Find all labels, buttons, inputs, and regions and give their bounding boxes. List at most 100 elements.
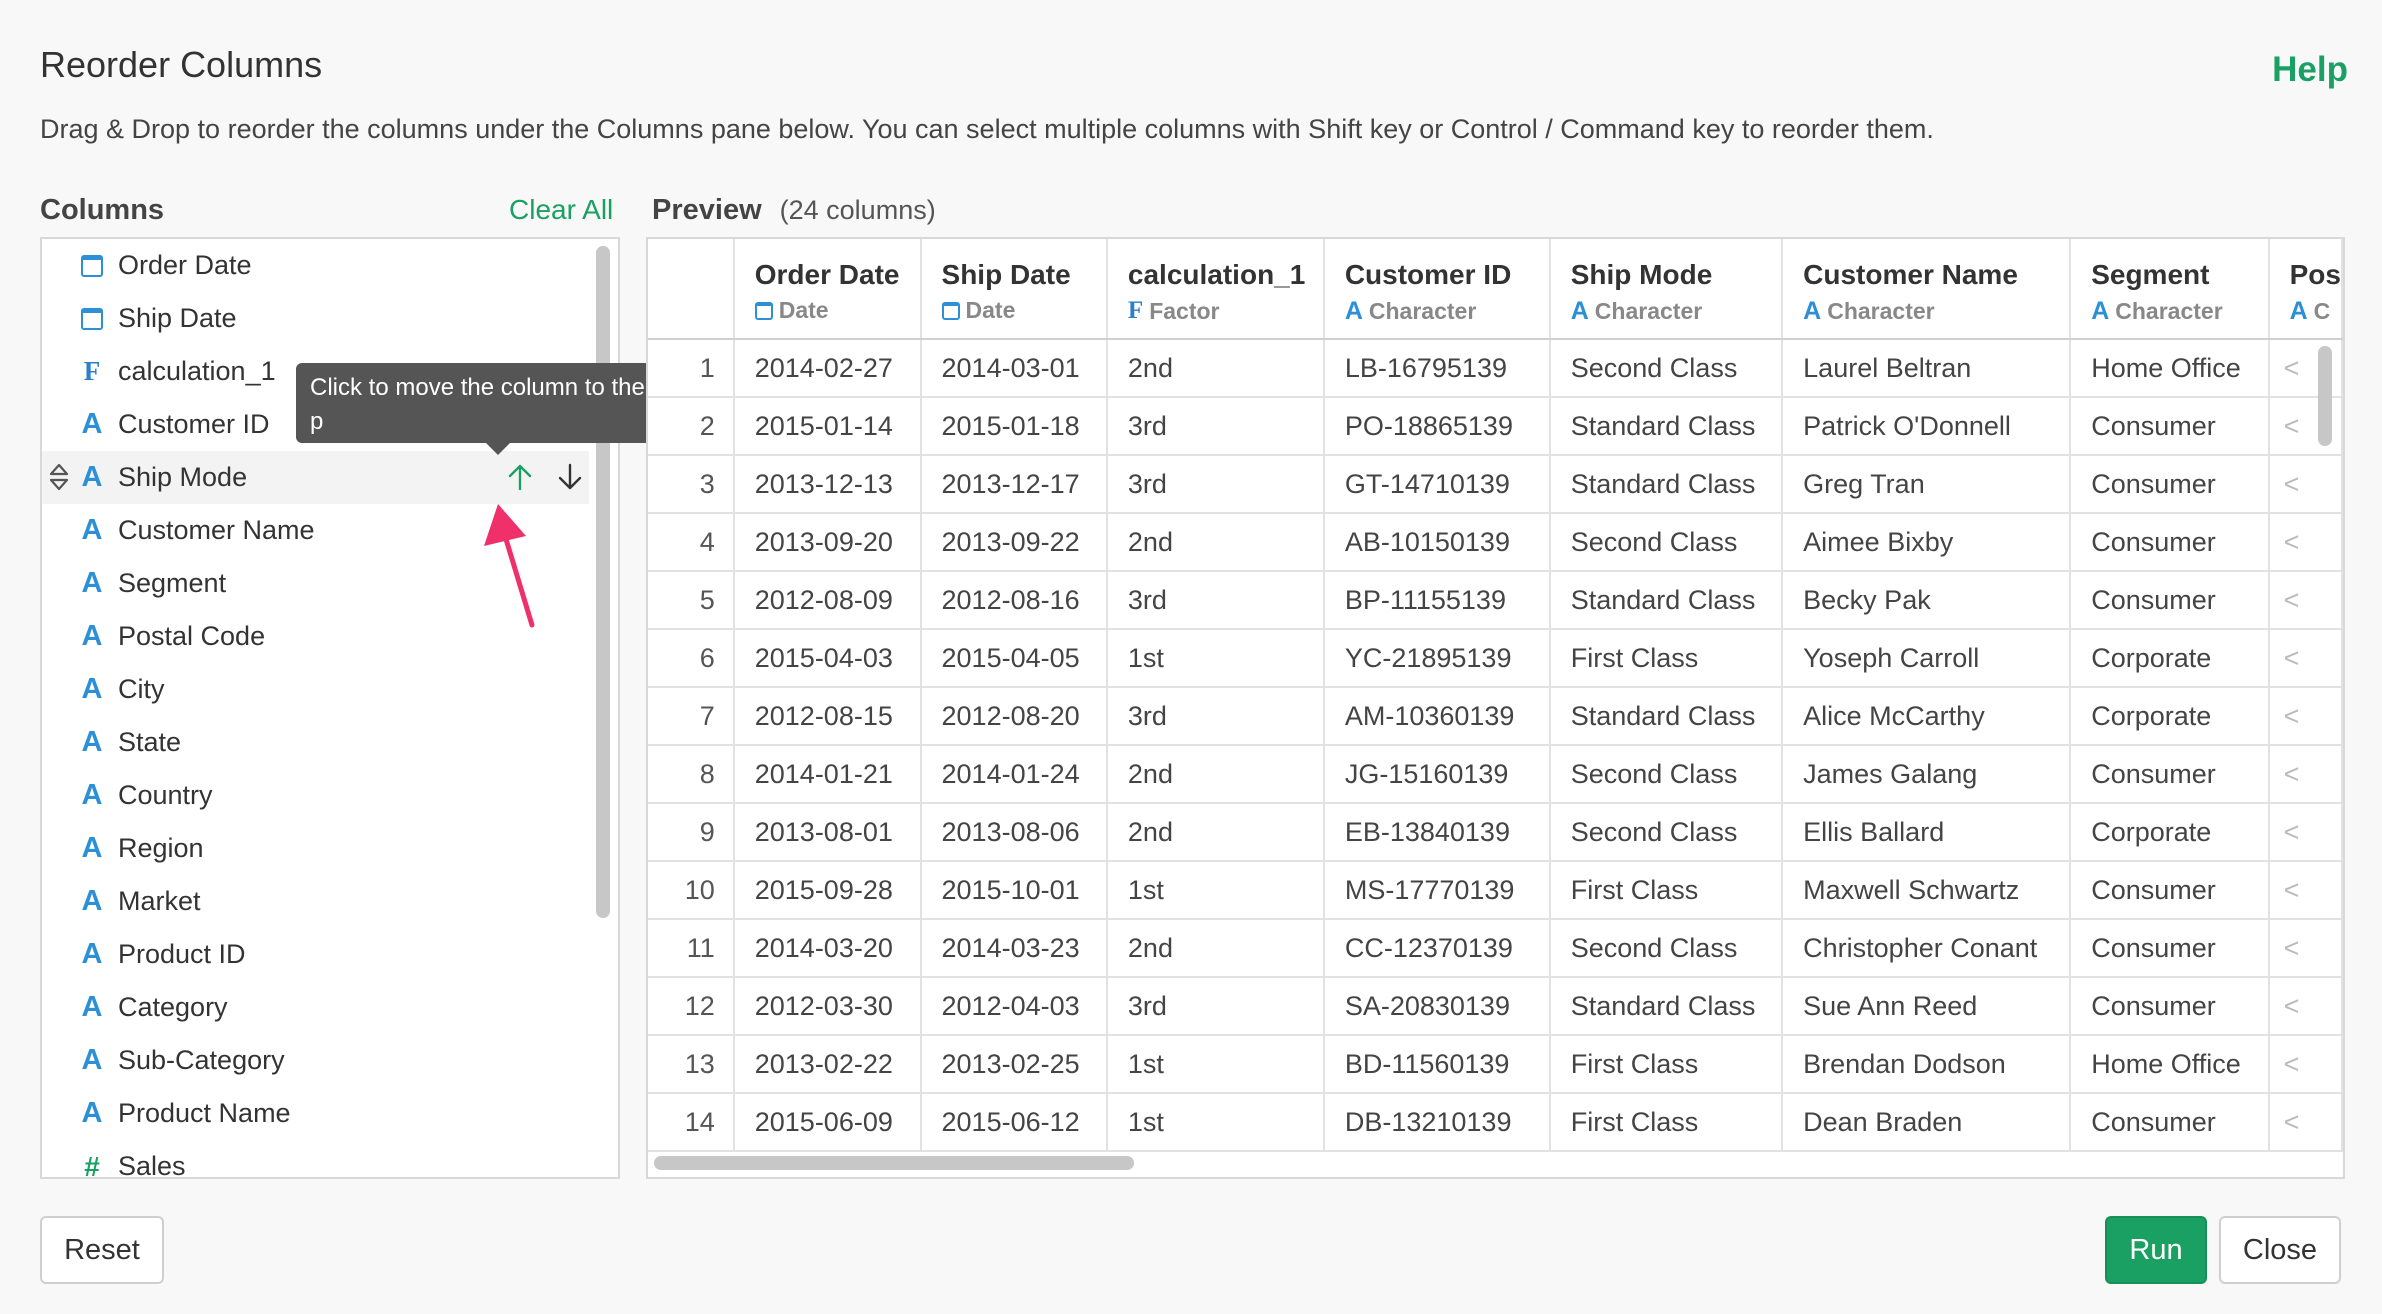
table-cell: 2014-03-23 xyxy=(920,919,1108,978)
column-header-name: Order Date xyxy=(754,259,900,290)
columns-list-scrollbar[interactable] xyxy=(596,246,610,918)
column-type-icon: A xyxy=(78,726,106,758)
arrow-up-icon xyxy=(508,464,532,491)
column-list-item[interactable]: # Sales xyxy=(42,1140,589,1178)
table-cell: Christopher Conant xyxy=(1782,919,2072,978)
table-cell: 2012-08-20 xyxy=(920,687,1108,746)
table-cell: 2nd xyxy=(1106,339,1325,398)
row-number: 8 xyxy=(648,745,735,804)
character-icon: A xyxy=(81,620,103,652)
preview-table-container[interactable]: Order Date Date Ship Date Date calculation_1… xyxy=(646,237,2345,1179)
run-button[interactable]: Run xyxy=(2105,1216,2207,1284)
column-type-icon xyxy=(78,251,106,281)
reset-button[interactable]: Reset xyxy=(40,1216,164,1284)
table-cell: First Class xyxy=(1549,1035,1784,1094)
clear-all-button[interactable]: Clear All xyxy=(509,194,613,226)
character-icon: A xyxy=(1570,297,1589,325)
column-type-icon: A xyxy=(78,620,106,652)
column-list-item[interactable]: A Market xyxy=(42,875,589,928)
preview-column-header[interactable]: calculation_1 F Factor xyxy=(1106,239,1325,340)
column-list-item[interactable]: A Country xyxy=(42,769,589,822)
table-cell: 2015-01-18 xyxy=(920,397,1108,456)
table-cell: 2015-01-14 xyxy=(733,397,922,456)
table-cell: Second Class xyxy=(1549,919,1784,978)
move-to-bottom-button[interactable] xyxy=(552,459,588,495)
close-button[interactable]: Close xyxy=(2219,1216,2341,1284)
table-cell: 2012-08-09 xyxy=(733,571,922,630)
character-icon: A xyxy=(1344,297,1363,325)
column-header-type: Date xyxy=(754,297,919,324)
row-number: 6 xyxy=(648,629,735,688)
preview-column-header[interactable]: Ship Mode A Character xyxy=(1549,239,1784,340)
table-cell: 1st xyxy=(1106,1093,1325,1152)
column-header-type: Date xyxy=(941,297,1105,324)
move-to-top-tooltip: Click to move the column to the top xyxy=(296,363,698,455)
preview-column-header[interactable]: Pos A C xyxy=(2268,239,2343,340)
table-cell: 1st xyxy=(1106,629,1325,688)
column-type-label: Character xyxy=(1827,298,1935,324)
preview-column-header[interactable]: Customer ID A Character xyxy=(1323,239,1551,340)
table-cell: Becky Pak xyxy=(1782,571,2072,630)
column-list-item[interactable]: Ship Date xyxy=(42,292,589,345)
column-type-icon: A xyxy=(78,991,106,1023)
character-icon: A xyxy=(2091,297,2110,325)
table-cell: < xyxy=(2268,455,2343,514)
table-cell: 2015-04-03 xyxy=(733,629,922,688)
table-cell: 2012-08-15 xyxy=(733,687,922,746)
table-cell: 2013-12-17 xyxy=(920,455,1108,514)
table-cell: Laurel Beltran xyxy=(1782,339,2072,398)
preview-horizontal-scrollbar[interactable] xyxy=(654,1156,1134,1170)
column-list-item[interactable]: A Sub-Category xyxy=(42,1034,589,1087)
row-number: 4 xyxy=(648,513,735,572)
preview-column-header[interactable]: Customer Name A Character xyxy=(1782,239,2072,340)
table-cell: BP-11155139 xyxy=(1323,571,1551,630)
preview-column-header[interactable]: Ship Date Date xyxy=(920,239,1108,340)
table-cell: < xyxy=(2268,745,2343,804)
row-number: 13 xyxy=(648,1035,735,1094)
table-cell: Aimee Bixby xyxy=(1782,513,2072,572)
table-cell: Standard Class xyxy=(1549,977,1784,1036)
column-list-item[interactable]: A State xyxy=(42,716,589,769)
column-list-item[interactable]: Order Date xyxy=(42,239,589,292)
table-row: 11 2014-03-20 2014-03-23 2nd CC-12370139 Seco… xyxy=(648,919,2343,978)
table-cell: < xyxy=(2268,571,2343,630)
character-icon: A xyxy=(81,461,103,493)
table-cell: Corporate xyxy=(2070,687,2270,746)
column-type-label: Date xyxy=(778,297,829,323)
table-cell: Consumer xyxy=(2070,397,2270,456)
column-header-name: Ship Mode xyxy=(1570,259,1713,290)
column-header-name: Ship Date xyxy=(941,259,1071,290)
table-row: 1 2014-02-27 2014-03-01 2nd LB-16795139 Secon… xyxy=(648,339,2343,398)
help-link[interactable]: Help xyxy=(2272,50,2348,90)
preview-column-header[interactable]: Segment A Character xyxy=(2070,239,2270,340)
column-header-type: A Character xyxy=(1803,297,2068,326)
column-list-item[interactable]: A Category xyxy=(42,981,589,1034)
column-type-label: Date xyxy=(965,297,1016,323)
column-list-item[interactable]: A Ship Mode xyxy=(42,451,589,504)
table-row: 6 2015-04-03 2015-04-05 1st YC-21895139 First… xyxy=(648,629,2343,688)
arrow-down-icon xyxy=(558,463,582,490)
column-list-item-label: Order Date xyxy=(118,250,252,280)
column-list-item[interactable]: A Product Name xyxy=(42,1087,589,1140)
column-list-item-label: Product ID xyxy=(118,939,246,969)
table-row: 2 2015-01-14 2015-01-18 3rd PO-18865139 Stand… xyxy=(648,397,2343,456)
table-cell: Consumer xyxy=(2070,571,2270,630)
preview-column-header[interactable]: Order Date Date xyxy=(733,239,922,340)
move-to-top-button[interactable] xyxy=(502,459,538,495)
drag-handle-icon[interactable] xyxy=(48,462,70,492)
table-cell: 2013-08-01 xyxy=(733,803,922,862)
column-list-item[interactable]: A City xyxy=(42,663,589,716)
preview-title: Preview xyxy=(652,194,762,226)
column-list-item-label: Market xyxy=(118,886,201,916)
column-type-icon: A xyxy=(78,938,106,970)
table-cell: AB-10150139 xyxy=(1323,513,1551,572)
column-list-item[interactable]: A Region xyxy=(42,822,589,875)
column-list-item[interactable]: A Product ID xyxy=(42,928,589,981)
character-icon: A xyxy=(81,938,103,970)
table-cell: Second Class xyxy=(1549,339,1784,398)
column-header-name: Customer Name xyxy=(1803,259,2018,290)
column-type-label: C xyxy=(2313,298,2331,324)
table-cell: Standard Class xyxy=(1549,571,1784,630)
preview-vertical-scrollbar[interactable] xyxy=(2318,346,2332,446)
calendar-icon xyxy=(81,254,103,277)
